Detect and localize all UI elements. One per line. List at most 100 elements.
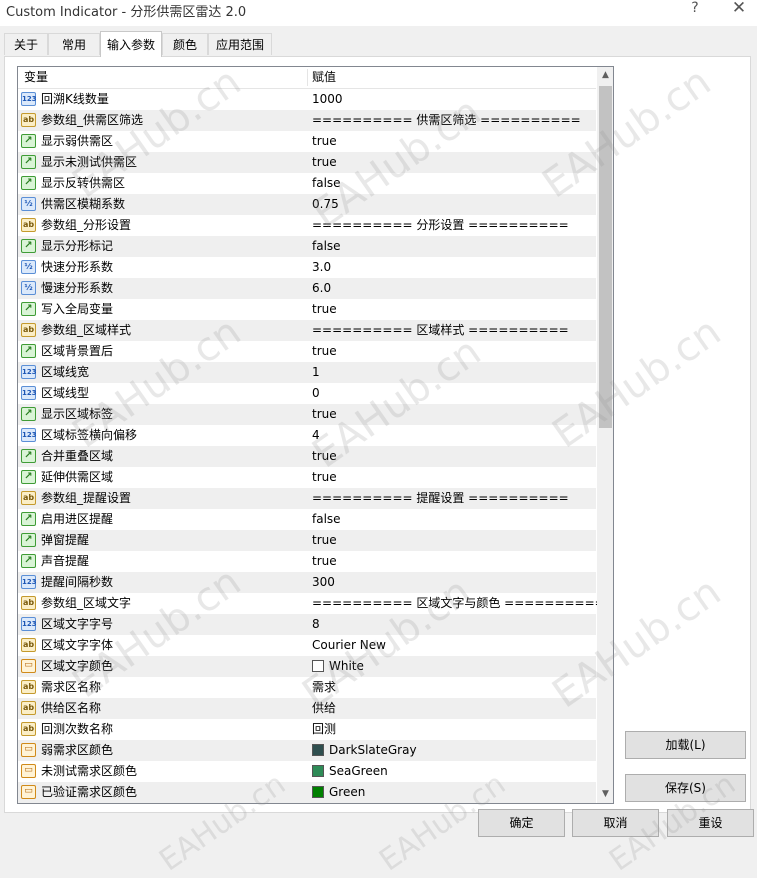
- parameter-row[interactable]: ↗ 显示反转供需区 false: [18, 173, 596, 194]
- column-divider[interactable]: [307, 69, 308, 86]
- parameter-row[interactable]: ½ 快速分形系数 3.0: [18, 257, 596, 278]
- parameter-row[interactable]: ab 参数组_供需区筛选 ========== 供需区筛选 ==========: [18, 110, 596, 131]
- parameter-row[interactable]: 123 区域线型 0: [18, 383, 596, 404]
- parameter-row[interactable]: ab 区域文字字体 Courier New: [18, 635, 596, 656]
- parameter-value[interactable]: SeaGreen: [329, 761, 388, 782]
- parameter-value[interactable]: 1: [312, 362, 320, 383]
- parameter-row[interactable]: ab 参数组_分形设置 ========== 分形设置 ==========: [18, 215, 596, 236]
- color-swatch[interactable]: [312, 786, 324, 798]
- parameter-row[interactable]: ↗ 写入全局变量 true: [18, 299, 596, 320]
- color-swatch[interactable]: [312, 765, 324, 777]
- tab-scope[interactable]: 应用范围: [208, 33, 272, 55]
- parameter-value[interactable]: ========== 区域文字与颜色 ==========: [312, 593, 605, 614]
- string-type-icon: ab: [21, 218, 36, 232]
- scroll-down-arrow-icon[interactable]: ▼: [597, 786, 613, 803]
- tab-common[interactable]: 常用: [48, 33, 100, 55]
- boolean-type-icon: ↗: [21, 554, 36, 568]
- parameter-row[interactable]: ↗ 弹窗提醒 true: [18, 530, 596, 551]
- parameter-value[interactable]: 300: [312, 572, 335, 593]
- parameter-value[interactable]: 供给: [312, 698, 336, 719]
- parameter-row[interactable]: ↗ 显示分形标记 false: [18, 236, 596, 257]
- parameter-row[interactable]: ↗ 声音提醒 true: [18, 551, 596, 572]
- scroll-up-arrow-icon[interactable]: ▲: [597, 67, 613, 84]
- parameter-value[interactable]: 0.75: [312, 194, 339, 215]
- parameter-value[interactable]: 6.0: [312, 278, 331, 299]
- parameter-value[interactable]: Green: [329, 782, 365, 803]
- parameter-value[interactable]: ========== 分形设置 ==========: [312, 215, 569, 236]
- parameter-value[interactable]: DarkSlateGray: [329, 740, 417, 761]
- ok-button[interactable]: 确定: [478, 809, 565, 837]
- parameter-row[interactable]: 123 提醒间隔秒数 300: [18, 572, 596, 593]
- parameter-row[interactable]: ▭ 已验证需求区颜色 Green: [18, 782, 596, 803]
- parameter-row[interactable]: ab 需求区名称 需求: [18, 677, 596, 698]
- parameter-value[interactable]: 1000: [312, 89, 343, 110]
- tab-colors[interactable]: 颜色: [162, 33, 208, 55]
- parameter-value[interactable]: true: [312, 551, 337, 572]
- tab-about[interactable]: 关于: [4, 33, 48, 55]
- parameter-row[interactable]: ab 回测次数名称 回测: [18, 719, 596, 740]
- parameter-value[interactable]: true: [312, 446, 337, 467]
- scrollbar-thumb[interactable]: [599, 86, 612, 428]
- parameter-row[interactable]: ½ 慢速分形系数 6.0: [18, 278, 596, 299]
- boolean-type-icon: ↗: [21, 533, 36, 547]
- cancel-button[interactable]: 取消: [572, 809, 659, 837]
- parameter-row[interactable]: 123 回溯K线数量 1000: [18, 89, 596, 110]
- parameter-row[interactable]: ab 参数组_区域文字 ========== 区域文字与颜色 ==========: [18, 593, 605, 614]
- parameter-row[interactable]: ab 参数组_区域样式 ========== 区域样式 ==========: [18, 320, 596, 341]
- parameter-row[interactable]: 123 区域文字字号 8: [18, 614, 596, 635]
- integer-type-icon: 123: [21, 92, 37, 106]
- vertical-scrollbar[interactable]: ▲ ▼: [597, 67, 613, 803]
- parameter-value[interactable]: White: [329, 656, 364, 677]
- reset-button[interactable]: 重设: [667, 809, 754, 837]
- close-icon[interactable]: ✕: [730, 0, 748, 18]
- parameter-row[interactable]: ▭ 未测试需求区颜色 SeaGreen: [18, 761, 596, 782]
- boolean-type-icon: ↗: [21, 449, 36, 463]
- parameter-row[interactable]: ↗ 显示未测试供需区 true: [18, 152, 596, 173]
- parameter-value[interactable]: 3.0: [312, 257, 331, 278]
- parameter-value[interactable]: true: [312, 152, 337, 173]
- color-type-icon: ▭: [21, 764, 36, 778]
- parameter-value[interactable]: 8: [312, 614, 320, 635]
- parameter-value[interactable]: false: [312, 509, 341, 530]
- parameter-name: 慢速分形系数: [41, 281, 114, 295]
- parameter-value[interactable]: Courier New: [312, 635, 386, 656]
- color-swatch[interactable]: [312, 744, 324, 756]
- parameter-value[interactable]: ========== 供需区筛选 ==========: [312, 110, 581, 131]
- parameter-name: 区域线型: [41, 386, 90, 400]
- parameter-value[interactable]: true: [312, 530, 337, 551]
- parameter-row[interactable]: ↗ 合并重叠区域 true: [18, 446, 596, 467]
- parameter-value[interactable]: 需求: [312, 677, 336, 698]
- save-button[interactable]: 保存(S): [625, 774, 746, 802]
- parameter-value[interactable]: true: [312, 341, 337, 362]
- parameter-value[interactable]: 回测: [312, 719, 336, 740]
- parameter-row[interactable]: ↗ 延伸供需区域 true: [18, 467, 596, 488]
- parameter-value[interactable]: 0: [312, 383, 320, 404]
- parameter-row[interactable]: ↗ 区域背景置后 true: [18, 341, 596, 362]
- help-icon[interactable]: ?: [686, 0, 704, 16]
- parameter-value[interactable]: true: [312, 131, 337, 152]
- parameter-value[interactable]: ========== 提醒设置 ==========: [312, 488, 569, 509]
- parameter-row[interactable]: ½ 供需区模糊系数 0.75: [18, 194, 596, 215]
- tab-inputs[interactable]: 输入参数: [100, 31, 162, 57]
- parameter-value[interactable]: true: [312, 467, 337, 488]
- color-swatch[interactable]: [312, 660, 324, 672]
- parameter-row[interactable]: 123 区域线宽 1: [18, 362, 596, 383]
- parameter-value[interactable]: false: [312, 236, 341, 257]
- parameter-row[interactable]: ab 供给区名称 供给: [18, 698, 596, 719]
- parameter-value[interactable]: 4: [312, 425, 320, 446]
- parameter-row[interactable]: ▭ 区域文字颜色 White: [18, 656, 596, 677]
- parameter-row[interactable]: 123 区域标签横向偏移 4: [18, 425, 596, 446]
- parameter-value[interactable]: false: [312, 173, 341, 194]
- parameter-row[interactable]: ↗ 显示区域标签 true: [18, 404, 596, 425]
- column-header-value[interactable]: 赋值: [312, 67, 336, 88]
- column-header-variable[interactable]: 变量: [24, 67, 304, 88]
- parameter-row[interactable]: ▭ 弱需求区颜色 DarkSlateGray: [18, 740, 596, 761]
- parameter-row[interactable]: ab 参数组_提醒设置 ========== 提醒设置 ==========: [18, 488, 596, 509]
- double-type-icon: ½: [21, 197, 36, 211]
- parameter-value[interactable]: ========== 区域样式 ==========: [312, 320, 569, 341]
- parameter-value[interactable]: true: [312, 404, 337, 425]
- parameter-row[interactable]: ↗ 启用进区提醒 false: [18, 509, 596, 530]
- parameter-value[interactable]: true: [312, 299, 337, 320]
- load-button[interactable]: 加载(L): [625, 731, 746, 759]
- parameter-row[interactable]: ↗ 显示弱供需区 true: [18, 131, 596, 152]
